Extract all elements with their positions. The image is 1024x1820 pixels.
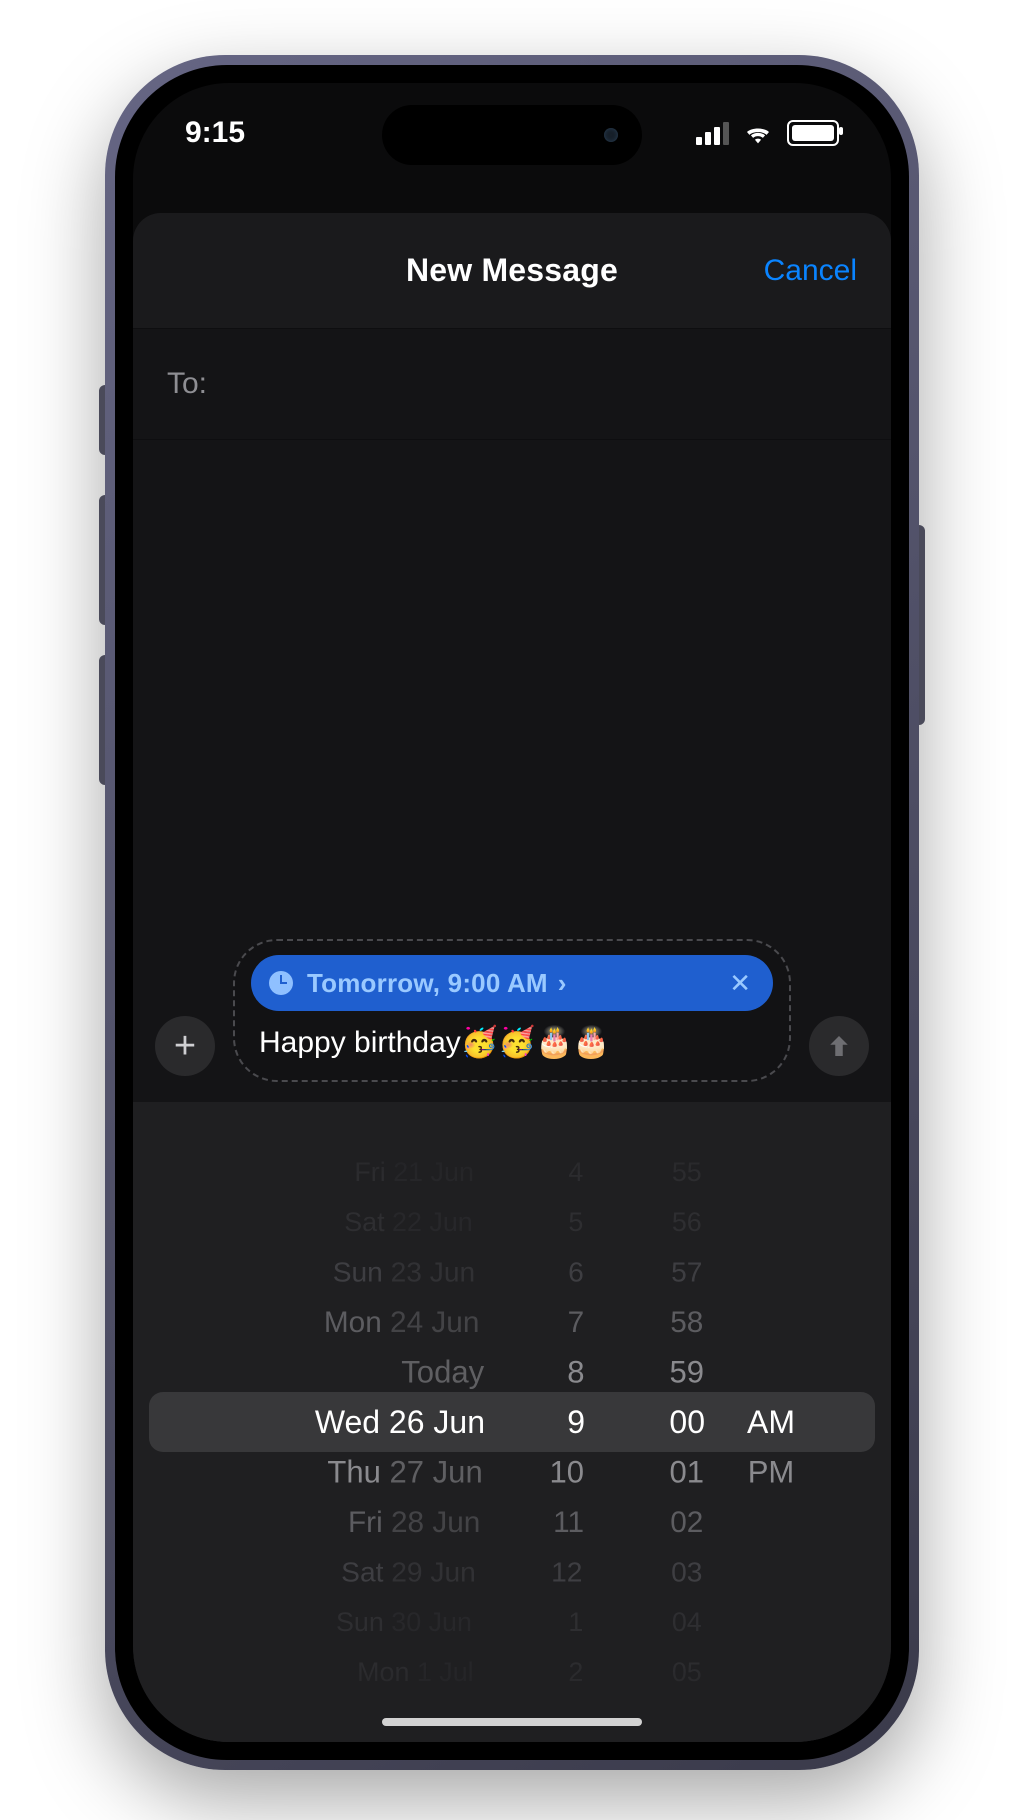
page-title: New Message [406, 252, 618, 289]
picker-item[interactable]: 7 [568, 1299, 585, 1346]
canvas: 9:15 New Message Cancel [0, 0, 1024, 1820]
picker-item[interactable]: 1 [569, 1601, 584, 1643]
sheet-header: New Message Cancel [133, 213, 891, 329]
conversation-area: + Tomorrow, 9:00 AM › ✕ [133, 473, 891, 1102]
picker-item[interactable]: Sat 22 Jun [344, 1201, 473, 1243]
picker-columns: Fri 21 Jun Sat 22 Jun Sun 23 Jun Mon 24 Jun… [133, 1102, 891, 1742]
picker-item[interactable]: Sun 30 Jun [336, 1601, 472, 1643]
to-label: To: [167, 367, 207, 401]
picker-item[interactable]: 5 [569, 1201, 584, 1243]
side-button-volume-down[interactable] [99, 655, 105, 785]
picker-item[interactable]: 6 [568, 1250, 584, 1294]
compose-row: + Tomorrow, 9:00 AM › ✕ [155, 939, 869, 1082]
picker-item[interactable]: Fri 21 Jun [354, 1151, 474, 1193]
picker-item[interactable]: Today [401, 1348, 484, 1397]
status-time: 9:15 [185, 116, 245, 150]
picker-item[interactable]: 58 [671, 1299, 704, 1346]
picker-item[interactable]: 59 [670, 1348, 705, 1397]
picker-item[interactable]: 55 [672, 1151, 702, 1193]
new-message-sheet: New Message Cancel To: + [133, 213, 891, 1742]
home-indicator[interactable] [382, 1718, 642, 1726]
schedule-label: Tomorrow, 9:00 AM › [307, 968, 711, 999]
picker-item[interactable]: 9 [567, 1397, 585, 1447]
picker-item[interactable]: 8 [567, 1348, 584, 1397]
phone-inner: 9:15 New Message Cancel [115, 65, 909, 1760]
picker-item[interactable]: Thu 27 Jun [327, 1448, 482, 1497]
scheduled-message-bubble[interactable]: Tomorrow, 9:00 AM › ✕ Happy birthday🥳🥳🎂🎂 [233, 939, 791, 1082]
add-attachment-button[interactable]: + [155, 1016, 215, 1076]
dynamic-island [382, 105, 642, 165]
status-right [696, 120, 839, 146]
picker-item[interactable]: 05 [672, 1651, 702, 1693]
picker-item[interactable]: 10 [550, 1448, 585, 1497]
clock-icon [269, 971, 293, 995]
picker-item[interactable]: 03 [672, 1550, 703, 1594]
battery-icon [787, 120, 839, 146]
picker-minute-column[interactable]: 55 56 57 585900010203 04 05 [603, 1102, 723, 1742]
side-button-volume-up[interactable] [99, 495, 105, 625]
chevron-right-icon: › [558, 968, 567, 999]
remove-schedule-button[interactable]: ✕ [725, 968, 755, 999]
datetime-picker[interactable]: Fri 21 Jun Sat 22 Jun Sun 23 Jun Mon 24 Jun… [133, 1102, 891, 1742]
picker-item[interactable]: 56 [672, 1201, 702, 1243]
picker-item[interactable]: 11 [553, 1499, 584, 1546]
picker-inner: Fri 21 Jun Sat 22 Jun Sun 23 Jun Mon 24 Jun… [133, 1102, 891, 1742]
send-button[interactable] [809, 1016, 869, 1076]
picker-item[interactable]: 2 [569, 1651, 584, 1693]
picker-item[interactable]: Sat 29 Jun [341, 1550, 476, 1594]
wifi-icon [743, 122, 773, 144]
camera-dot-icon [604, 128, 618, 142]
picker-date-column[interactable]: Fri 21 Jun Sat 22 Jun Sun 23 Jun Mon 24 Jun… [133, 1102, 493, 1742]
message-input[interactable]: Happy birthday🥳🥳🎂🎂 [251, 1025, 773, 1064]
picker-item[interactable]: 00 [669, 1397, 705, 1447]
screen: 9:15 New Message Cancel [133, 83, 891, 1742]
picker-item[interactable]: 01 [670, 1448, 705, 1497]
arrow-up-icon [824, 1031, 854, 1061]
cellular-icon [696, 122, 729, 145]
picker-item[interactable]: Mon 24 Jun [324, 1299, 480, 1346]
picker-item[interactable]: AM [747, 1397, 795, 1447]
picker-item[interactable]: 57 [672, 1250, 703, 1294]
side-button-silent[interactable] [99, 385, 105, 455]
picker-item[interactable]: PM [748, 1448, 795, 1497]
cancel-button[interactable]: Cancel [764, 254, 857, 288]
picker-item[interactable]: 12 [552, 1550, 583, 1594]
picker-item[interactable]: 04 [672, 1601, 702, 1643]
to-field[interactable]: To: [133, 329, 891, 440]
phone-frame: 9:15 New Message Cancel [105, 55, 919, 1770]
picker-ampm-column[interactable]: AMPM [723, 1102, 891, 1742]
picker-item[interactable]: Sun 23 Jun [333, 1250, 475, 1294]
schedule-chip[interactable]: Tomorrow, 9:00 AM › ✕ [251, 955, 773, 1011]
picker-hour-column[interactable]: 45678910111212 [493, 1102, 603, 1742]
schedule-label-text: Tomorrow, 9:00 AM [307, 968, 548, 999]
picker-item[interactable]: 4 [569, 1151, 584, 1193]
picker-item[interactable]: Mon 1 Jul [357, 1651, 474, 1693]
picker-item[interactable]: Wed 26 Jun [315, 1397, 485, 1447]
picker-item[interactable]: Fri 28 Jun [348, 1499, 480, 1546]
picker-item[interactable]: 02 [671, 1499, 704, 1546]
side-button-power[interactable] [919, 525, 925, 725]
plus-icon: + [174, 1025, 196, 1068]
